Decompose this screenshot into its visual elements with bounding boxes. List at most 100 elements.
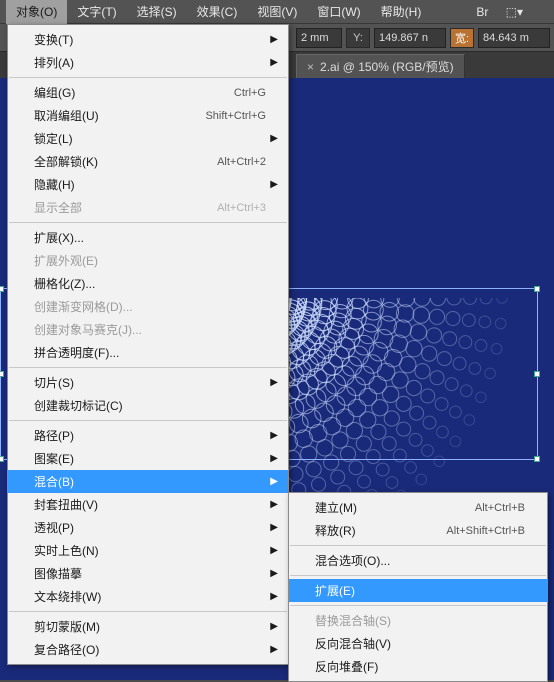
menu-shortcut: Ctrl+G [234, 87, 266, 99]
menu-item-label: 透视(P) [34, 519, 74, 536]
menu-item[interactable]: 反向混合轴(V) [289, 632, 547, 655]
submenu-arrow-icon: ▶ [270, 34, 278, 45]
menu-item-label: 扩展(E) [315, 582, 355, 599]
menu-item[interactable]: 全部解锁(K) Alt+Ctrl+2 [8, 150, 288, 173]
menu-item[interactable]: 封套扭曲(V) ▶ [8, 493, 288, 516]
menu-item[interactable]: 剪切蒙版(M) ▶ [8, 615, 288, 638]
menu-separator [9, 367, 287, 368]
menu-item-label: 文本绕排(W) [34, 588, 101, 605]
menu-item-label: 实时上色(N) [34, 542, 99, 559]
handle-br[interactable] [534, 456, 540, 462]
menu-item[interactable]: 变换(T) ▶ [8, 28, 288, 51]
handle-ml[interactable] [0, 371, 4, 377]
menu-item: 显示全部Alt+Ctrl+3 [8, 196, 288, 219]
menu-item-label: 混合(B) [34, 473, 74, 490]
menubar: 对象(O)文字(T)选择(S)效果(C)视图(V)窗口(W)帮助(H) Br⬚▾ [0, 0, 554, 24]
menu-item-label: 排列(A) [34, 54, 74, 71]
menu-item-label: 复合路径(O) [34, 641, 99, 658]
submenu-arrow-icon: ▶ [270, 621, 278, 632]
menu-item-label: 切片(S) [34, 374, 74, 391]
menu-item-label: 拼合透明度(F)... [34, 344, 119, 361]
menubar-item[interactable]: 视图(V) [247, 0, 307, 24]
menu-separator [9, 222, 287, 223]
menu-item[interactable]: 图像描摹▶ [8, 562, 288, 585]
menu-item[interactable]: 切片(S) ▶ [8, 371, 288, 394]
menu-item-label: 取消编组(U) [34, 107, 99, 124]
menu-item-label: 创建渐变网格(D)... [34, 298, 133, 315]
menu-item[interactable]: 扩展(X)... [8, 226, 288, 249]
submenu-arrow-icon: ▶ [270, 545, 278, 556]
menu-item-label: 图像描摹 [34, 565, 82, 582]
menu-shortcut: Alt+Shift+Ctrl+B [446, 525, 525, 537]
menu-item[interactable]: 隐藏(H) ▶ [8, 173, 288, 196]
menubar-item[interactable]: 选择(S) [127, 0, 187, 24]
handle-mr[interactable] [534, 371, 540, 377]
menu-item[interactable]: 创建裁切标记(C) [8, 394, 288, 417]
menu-item[interactable]: 反向堆叠(F) [289, 655, 547, 678]
menu-item-label: 封套扭曲(V) [34, 496, 98, 513]
menu-item-label: 图案(E) [34, 450, 74, 467]
submenu-arrow-icon: ▶ [270, 476, 278, 487]
menu-item-label: 栅格化(Z)... [34, 275, 95, 292]
submenu-arrow-icon: ▶ [270, 644, 278, 655]
menu-item[interactable]: 透视(P)▶ [8, 516, 288, 539]
menu-item-label: 创建裁切标记(C) [34, 397, 123, 414]
menu-item[interactable]: 释放(R)Alt+Shift+Ctrl+B [289, 519, 547, 542]
submenu-arrow-icon: ▶ [270, 179, 278, 190]
menu-item[interactable]: 锁定(L)▶ [8, 127, 288, 150]
handle-tl[interactable] [0, 286, 4, 292]
menu-item[interactable]: 图案(E)▶ [8, 447, 288, 470]
menu-item-label: 反向堆叠(F) [315, 658, 378, 675]
toolbar-icon[interactable]: ⬚▾ [500, 3, 528, 21]
toolbar-icon[interactable]: Br [468, 3, 496, 21]
w-label: 宽: [450, 28, 474, 48]
handle-bl[interactable] [0, 456, 4, 462]
object-menu: 变换(T) ▶ 排列(A) ▶ 编组(G)Ctrl+G 取消编组(U) Shift+Ctrl… [7, 24, 289, 665]
submenu-arrow-icon: ▶ [270, 57, 278, 68]
menu-item[interactable]: 编组(G)Ctrl+G [8, 81, 288, 104]
menu-item-label: 隐藏(H) [34, 176, 75, 193]
menubar-item[interactable]: 窗口(W) [307, 0, 370, 24]
menu-item[interactable]: 栅格化(Z)... [8, 272, 288, 295]
menu-item-label: 扩展(X)... [34, 229, 84, 246]
menu-item-label: 变换(T) [34, 31, 73, 48]
menu-item[interactable]: 取消编组(U) Shift+Ctrl+G [8, 104, 288, 127]
menu-separator [9, 611, 287, 612]
menu-item[interactable]: 扩展(E) [289, 579, 547, 602]
menu-item-label: 全部解锁(K) [34, 153, 98, 170]
menu-item-label: 建立(M) [315, 499, 357, 516]
submenu-arrow-icon: ▶ [270, 430, 278, 441]
menu-item[interactable]: 路径(P)▶ [8, 424, 288, 447]
menubar-item[interactable]: 帮助(H) [371, 0, 432, 24]
menu-shortcut: Alt+Ctrl+B [475, 502, 525, 514]
menu-item[interactable]: 拼合透明度(F)... [8, 341, 288, 364]
menu-shortcut: Shift+Ctrl+G [205, 110, 266, 122]
document-tab[interactable]: × 2.ai @ 150% (RGB/预览) [296, 54, 465, 78]
y-field[interactable]: 149.867 n [374, 28, 446, 48]
menu-item-label: 反向混合轴(V) [315, 635, 391, 652]
menu-item: 创建渐变网格(D)... [8, 295, 288, 318]
menu-item[interactable]: 排列(A) ▶ [8, 51, 288, 74]
menu-item-label: 剪切蒙版(M) [34, 618, 100, 635]
menu-item[interactable]: 文本绕排(W)▶ [8, 585, 288, 608]
submenu-arrow-icon: ▶ [270, 377, 278, 388]
menu-item-label: 替换混合轴(S) [315, 612, 391, 629]
menu-item[interactable]: 实时上色(N) ▶ [8, 539, 288, 562]
menu-shortcut: Alt+Ctrl+2 [217, 156, 266, 168]
w-field[interactable]: 84.643 m [478, 28, 550, 48]
menubar-item[interactable]: 效果(C) [187, 0, 248, 24]
menubar-item[interactable]: 文字(T) [67, 0, 126, 24]
menu-item: 替换混合轴(S) [289, 609, 547, 632]
x-field[interactable]: 2 mm [296, 28, 342, 48]
close-tab-icon[interactable]: × [307, 60, 314, 74]
menu-shortcut: Alt+Ctrl+3 [217, 202, 266, 214]
menu-separator [290, 605, 546, 606]
handle-tr[interactable] [534, 286, 540, 292]
menu-item[interactable]: 建立(M) Alt+Ctrl+B [289, 496, 547, 519]
menu-item[interactable]: 复合路径(O) ▶ [8, 638, 288, 661]
menu-item-label: 混合选项(O)... [315, 552, 390, 569]
menu-item[interactable]: 混合选项(O)... [289, 549, 547, 572]
submenu-arrow-icon: ▶ [270, 499, 278, 510]
menubar-item[interactable]: 对象(O) [6, 0, 67, 24]
menu-item[interactable]: 混合(B) ▶ [8, 470, 288, 493]
